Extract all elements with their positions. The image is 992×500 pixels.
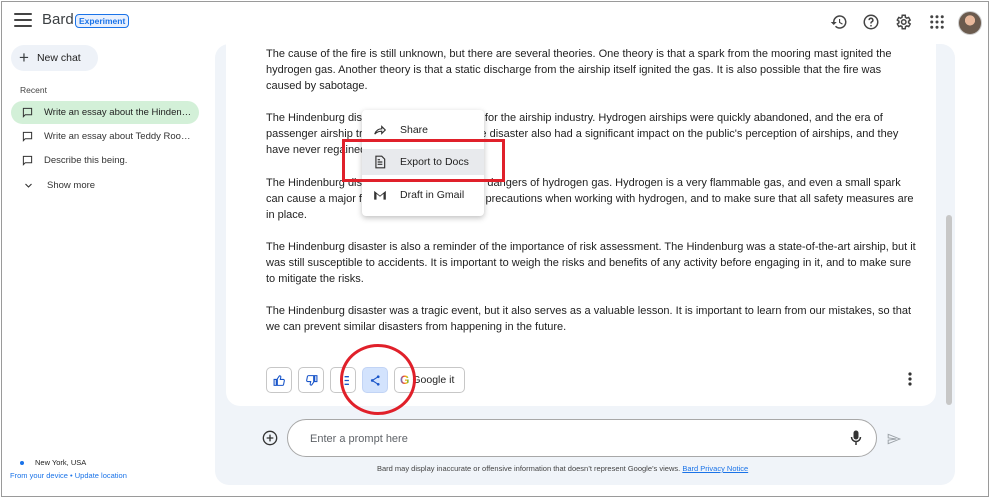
google-it-label: Google it <box>412 374 455 386</box>
response-paragraph: The Hindenburg disaster is also a remind… <box>266 241 916 285</box>
menu-item-draft-in-gmail[interactable]: Draft in Gmail <box>362 182 484 208</box>
sidebar-item-label: Describe this being. <box>44 155 128 166</box>
chevron-down-icon <box>25 183 32 188</box>
show-more-button[interactable]: Show more <box>11 177 95 193</box>
disclaimer: Bard may display inaccurate or offensive… <box>377 464 748 473</box>
thumbs-down-icon <box>305 374 317 386</box>
location-name: New York, USA <box>35 458 87 467</box>
annotation-highlight-circle <box>340 344 416 415</box>
location-source: From your device <box>10 471 68 480</box>
send-icon[interactable] <box>886 432 902 446</box>
response-paragraph: The cause of the fire is still unknown, … <box>266 48 892 92</box>
avatar[interactable] <box>958 11 982 35</box>
apps-icon[interactable] <box>928 13 946 31</box>
history-icon[interactable] <box>830 13 848 31</box>
chat-bubble-icon <box>22 131 33 142</box>
update-location-link[interactable]: Update location <box>75 471 127 480</box>
disclaimer-text: Bard may display inaccurate or offensive… <box>377 464 681 473</box>
more-options-icon[interactable] <box>905 371 915 387</box>
top-bar: Bard Experiment <box>0 0 992 44</box>
location-separator: • <box>70 471 73 480</box>
thumbs-down-button[interactable] <box>298 367 324 393</box>
microphone-icon[interactable] <box>850 430 862 446</box>
response-card <box>226 44 936 406</box>
add-content-icon[interactable] <box>262 430 278 446</box>
sidebar-item-teddy-roosevelt[interactable]: Write an essay about Teddy Roosevelt <box>11 125 199 148</box>
app-title: Bard <box>42 11 74 28</box>
sidebar-item-label: Write an essay about Teddy Roosevelt <box>44 131 192 142</box>
menu-icon[interactable] <box>14 13 32 29</box>
scrollbar[interactable] <box>946 215 952 405</box>
privacy-notice-link[interactable]: Bard Privacy Notice <box>682 464 748 473</box>
settings-icon[interactable] <box>894 13 912 31</box>
share-arrow-icon <box>374 125 387 135</box>
recent-heading: Recent <box>20 85 47 95</box>
new-chat-label: New chat <box>36 52 81 64</box>
gmail-icon <box>374 190 386 200</box>
help-icon[interactable] <box>862 13 880 31</box>
new-chat-button[interactable]: + New chat <box>11 45 98 71</box>
experiment-badge: Experiment <box>75 14 130 28</box>
plus-icon: + <box>19 48 29 67</box>
chat-bubble-icon <box>22 107 33 118</box>
thumbs-up-icon <box>273 374 285 386</box>
prompt-input[interactable] <box>308 429 832 449</box>
sidebar-item-describe-being[interactable]: Describe this being. <box>11 149 199 172</box>
menu-item-label: Share <box>400 124 429 136</box>
sidebar-item-label: Write an essay about the Hindenburg disa… <box>44 107 192 118</box>
location-source-line: From your device • Update location <box>10 471 127 480</box>
chat-bubble-icon <box>22 155 33 166</box>
show-more-label: Show more <box>47 179 96 191</box>
sidebar-item-hindenburg[interactable]: Write an essay about the Hindenburg disa… <box>11 101 199 124</box>
location-dot-icon <box>20 461 24 465</box>
menu-item-label: Draft in Gmail <box>400 189 465 201</box>
thumbs-up-button[interactable] <box>266 367 292 393</box>
response-paragraph: The Hindenburg disaster was a tragic eve… <box>266 305 912 333</box>
prompt-box <box>287 419 877 457</box>
annotation-highlight-box <box>342 139 505 182</box>
